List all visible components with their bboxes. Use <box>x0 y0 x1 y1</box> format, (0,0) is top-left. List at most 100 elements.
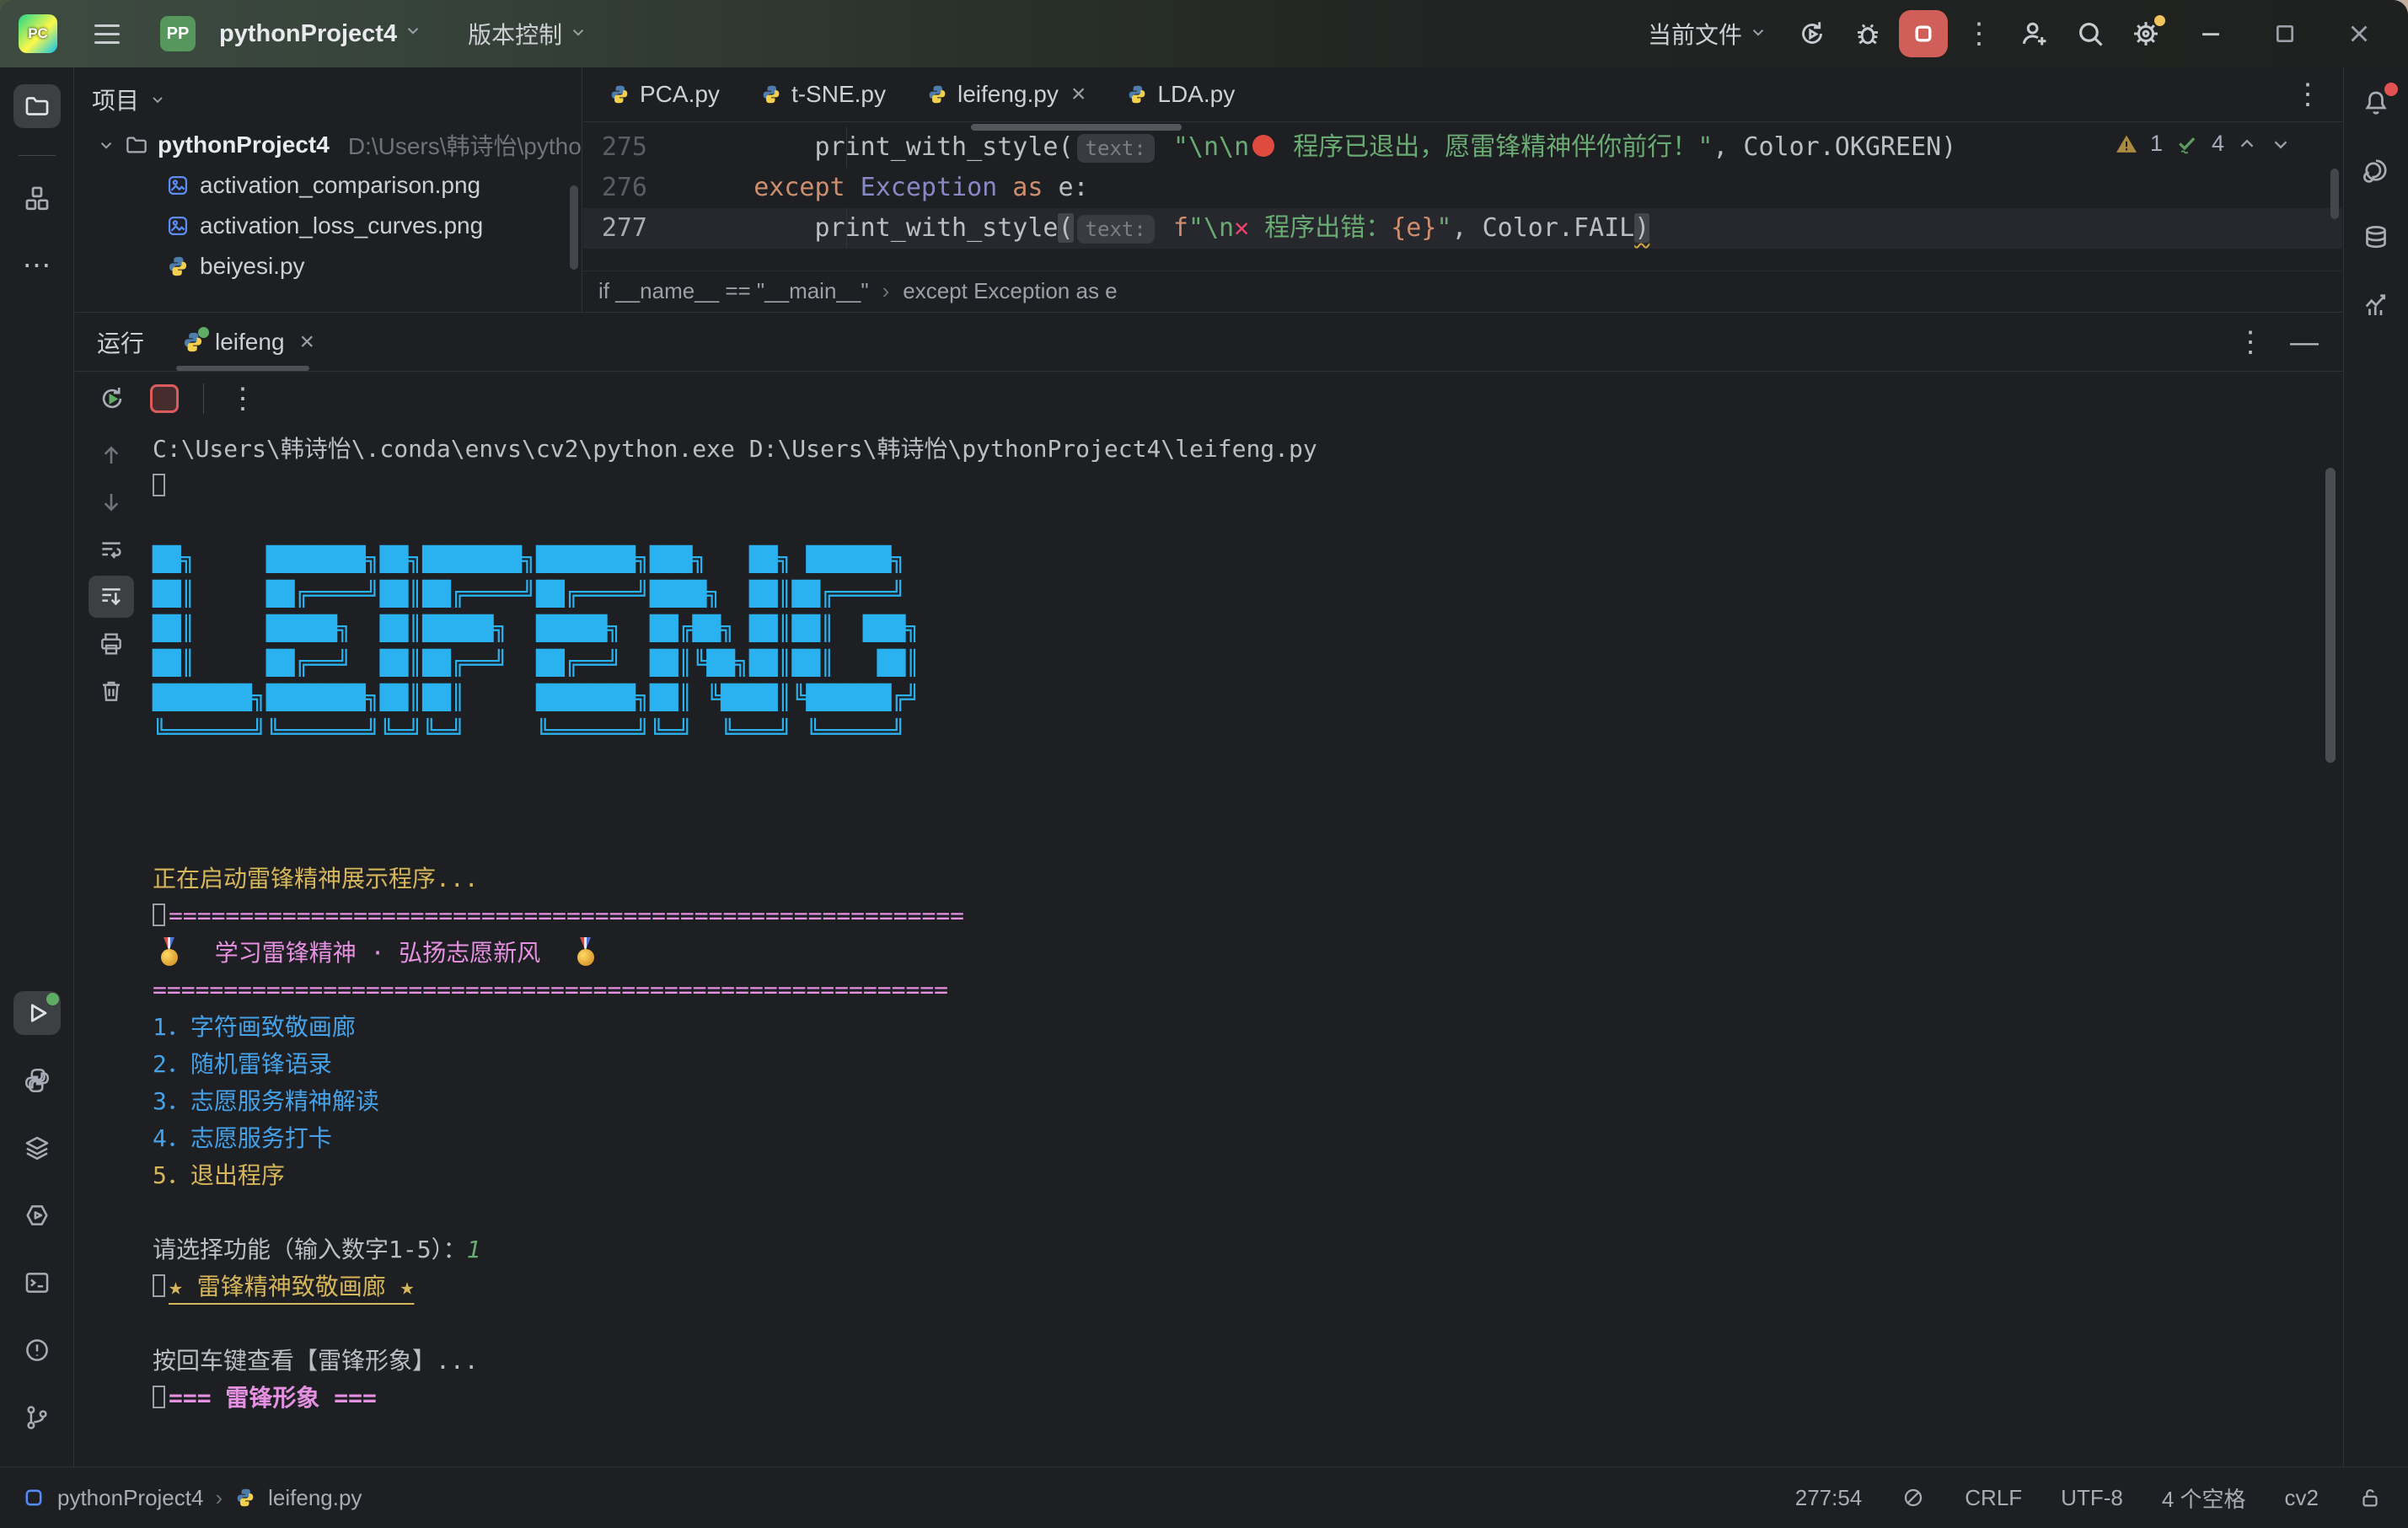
running-indicator <box>46 993 59 1005</box>
breadcrumb-item[interactable]: except Exception as e <box>903 278 1117 304</box>
project-tree: pythonProject4 D:\Users\韩诗怡\python activ… <box>75 125 582 287</box>
tab-pca[interactable]: PCA.py <box>588 67 740 121</box>
run-tool-label[interactable]: 运行 <box>75 325 166 359</box>
unlock-icon[interactable] <box>2357 1485 2383 1510</box>
tree-root-path: D:\Users\韩诗怡\python <box>348 128 582 162</box>
settings-gear-icon[interactable] <box>2121 10 2170 57</box>
console-output[interactable]: C:\Users\韩诗怡\.conda\envs\cv2\python.exe … <box>153 431 2317 1466</box>
more-tool-windows-button[interactable]: ⋯ <box>13 244 61 287</box>
inspections-widget[interactable]: 1 4 <box>2115 131 2292 157</box>
file-name: activation_comparison.png <box>200 172 480 199</box>
line-ending[interactable]: CRLF <box>1965 1485 2022 1511</box>
run-tab-close-icon[interactable]: × <box>300 328 315 357</box>
run-configuration-selector[interactable]: 当前文件 <box>1648 17 1767 51</box>
prev-problem-icon[interactable] <box>2236 133 2258 155</box>
unknown-char-box <box>153 1274 165 1297</box>
menu-item: 4．志愿服务打卡 <box>153 1120 2317 1157</box>
rerun-button[interactable] <box>90 378 134 420</box>
python-file-icon <box>234 1487 256 1509</box>
code-area[interactable]: 275 print_with_style(text: "\n\n 程序已退出，愿… <box>583 122 2342 271</box>
pycharm-window: PC PP pythonProject4 版本控制 当前文件 ⋮ <box>0 0 2408 1528</box>
run-tab-leifeng[interactable]: leifeng × <box>166 313 330 371</box>
scroll-to-end-icon[interactable] <box>88 576 134 618</box>
console-vertical-scrollbar[interactable] <box>2325 468 2336 763</box>
chevron-down-icon <box>569 23 587 41</box>
hide-panel-icon[interactable]: — <box>2290 328 2319 357</box>
console-line <box>153 468 2317 505</box>
close-button[interactable] <box>2325 10 2393 57</box>
main-menu-button[interactable] <box>84 11 130 56</box>
editor-vertical-scrollbar[interactable] <box>2330 169 2339 219</box>
up-stack-trace-icon[interactable] <box>88 434 134 476</box>
breadcrumb-item[interactable]: if __name__ == "__main__" <box>598 278 869 304</box>
ai-assistant-button[interactable] <box>2352 148 2400 192</box>
vcs-menu[interactable]: 版本控制 <box>468 17 587 51</box>
console-banner-line: 学习雷锋精神 · 弘扬志愿新风 <box>153 935 2317 972</box>
git-branch-button[interactable] <box>13 1396 61 1440</box>
clear-console-icon[interactable] <box>88 670 134 712</box>
ok-check-icon <box>2175 131 2200 157</box>
chevron-expanded-icon[interactable] <box>97 136 115 154</box>
ascii-art-line: ╚══════╝╚══════╝╚═╝╚═╝ ╚══════╝╚═╝ ╚═══╝… <box>153 715 2317 749</box>
notifications-bell-icon[interactable] <box>2352 81 2400 125</box>
project-tool-button[interactable] <box>13 84 61 128</box>
notification-badge <box>2384 83 2398 96</box>
soft-wrap-icon[interactable] <box>88 528 134 571</box>
file-encoding[interactable]: UTF-8 <box>2061 1485 2123 1511</box>
sciview-chart-button[interactable] <box>2352 283 2400 327</box>
image-file-icon <box>166 214 190 238</box>
breadcrumb-separator: › <box>215 1485 223 1511</box>
rerun-button[interactable] <box>1788 10 1837 57</box>
status-bar: pythonProject4 › leifeng.py 277:54 CRLF … <box>0 1466 2408 1528</box>
status-breadcrumb-project[interactable]: pythonProject4 <box>57 1485 203 1511</box>
tab-tsne[interactable]: t-SNE.py <box>740 67 906 121</box>
tab-options-icon[interactable]: ⋮ <box>2293 80 2342 109</box>
debug-button[interactable] <box>1843 10 1892 57</box>
structure-tool-button[interactable] <box>13 176 61 220</box>
run-anything-button[interactable] <box>13 1193 61 1237</box>
caret-position[interactable]: 277:54 <box>1795 1485 1863 1511</box>
tab-leifeng-active[interactable]: leifeng.py × <box>906 67 1106 121</box>
tree-row-file[interactable]: activation_comparison.png <box>75 165 582 206</box>
tree-root-name: pythonProject4 <box>158 131 330 158</box>
line-number: 277 <box>583 208 676 249</box>
ascii-art-line: ██║ █████╗ ██║█████╗ █████╗ ██╔██╗ ██║██… <box>153 611 2317 646</box>
more-actions-button[interactable]: ⋮ <box>1955 10 2003 57</box>
tab-label: LDA.py <box>1157 81 1235 108</box>
console-options-icon[interactable]: ⋮ <box>221 378 265 420</box>
console-enter-hint: 按回车键查看【雷锋形象】... <box>153 1343 2317 1380</box>
stop-process-button[interactable] <box>142 378 186 420</box>
down-stack-trace-icon[interactable] <box>88 481 134 523</box>
maximize-button[interactable] <box>2251 10 2319 57</box>
project-vertical-scrollbar[interactable] <box>570 185 578 270</box>
run-tool-button[interactable] <box>13 991 61 1035</box>
database-button[interactable] <box>2352 216 2400 260</box>
python-interpreter[interactable]: cv2 <box>2285 1485 2319 1511</box>
services-layers-button[interactable] <box>13 1126 61 1170</box>
status-breadcrumb-file[interactable]: leifeng.py <box>268 1485 362 1511</box>
chevron-down-icon[interactable] <box>149 91 166 108</box>
toolbar-divider <box>203 383 204 414</box>
python-console-button[interactable] <box>13 1059 61 1102</box>
console-starting-line: 正在启动雷锋精神展示程序... <box>153 861 2317 898</box>
settings-update-badge <box>2154 15 2165 26</box>
run-panel-options-icon[interactable]: ⋮ <box>2236 328 2265 357</box>
terminal-button[interactable] <box>13 1261 61 1305</box>
tree-row-file[interactable]: beiyesi.py <box>75 246 582 287</box>
menu-item: 3．志愿服务精神解读 <box>153 1083 2317 1120</box>
search-icon[interactable] <box>2066 10 2115 57</box>
next-problem-icon[interactable] <box>2270 133 2292 155</box>
indent-setting[interactable]: 4 个空格 <box>2162 1482 2246 1514</box>
tree-row-file[interactable]: activation_loss_curves.png <box>75 206 582 246</box>
project-selector[interactable]: pythonProject4 <box>219 20 422 48</box>
print-icon[interactable] <box>88 623 134 665</box>
problems-button[interactable] <box>13 1328 61 1372</box>
highlighting-level-icon[interactable] <box>1901 1485 1926 1510</box>
code-with-me-button[interactable] <box>2010 10 2059 57</box>
stop-button[interactable] <box>1899 10 1948 57</box>
tree-row-root[interactable]: pythonProject4 D:\Users\韩诗怡\python <box>75 125 582 165</box>
console-figure-header: === 雷锋形象 === <box>153 1380 2317 1417</box>
tab-close-icon[interactable]: × <box>1071 80 1086 109</box>
tab-lda[interactable]: LDA.py <box>1106 67 1255 121</box>
minimize-button[interactable] <box>2177 10 2244 57</box>
